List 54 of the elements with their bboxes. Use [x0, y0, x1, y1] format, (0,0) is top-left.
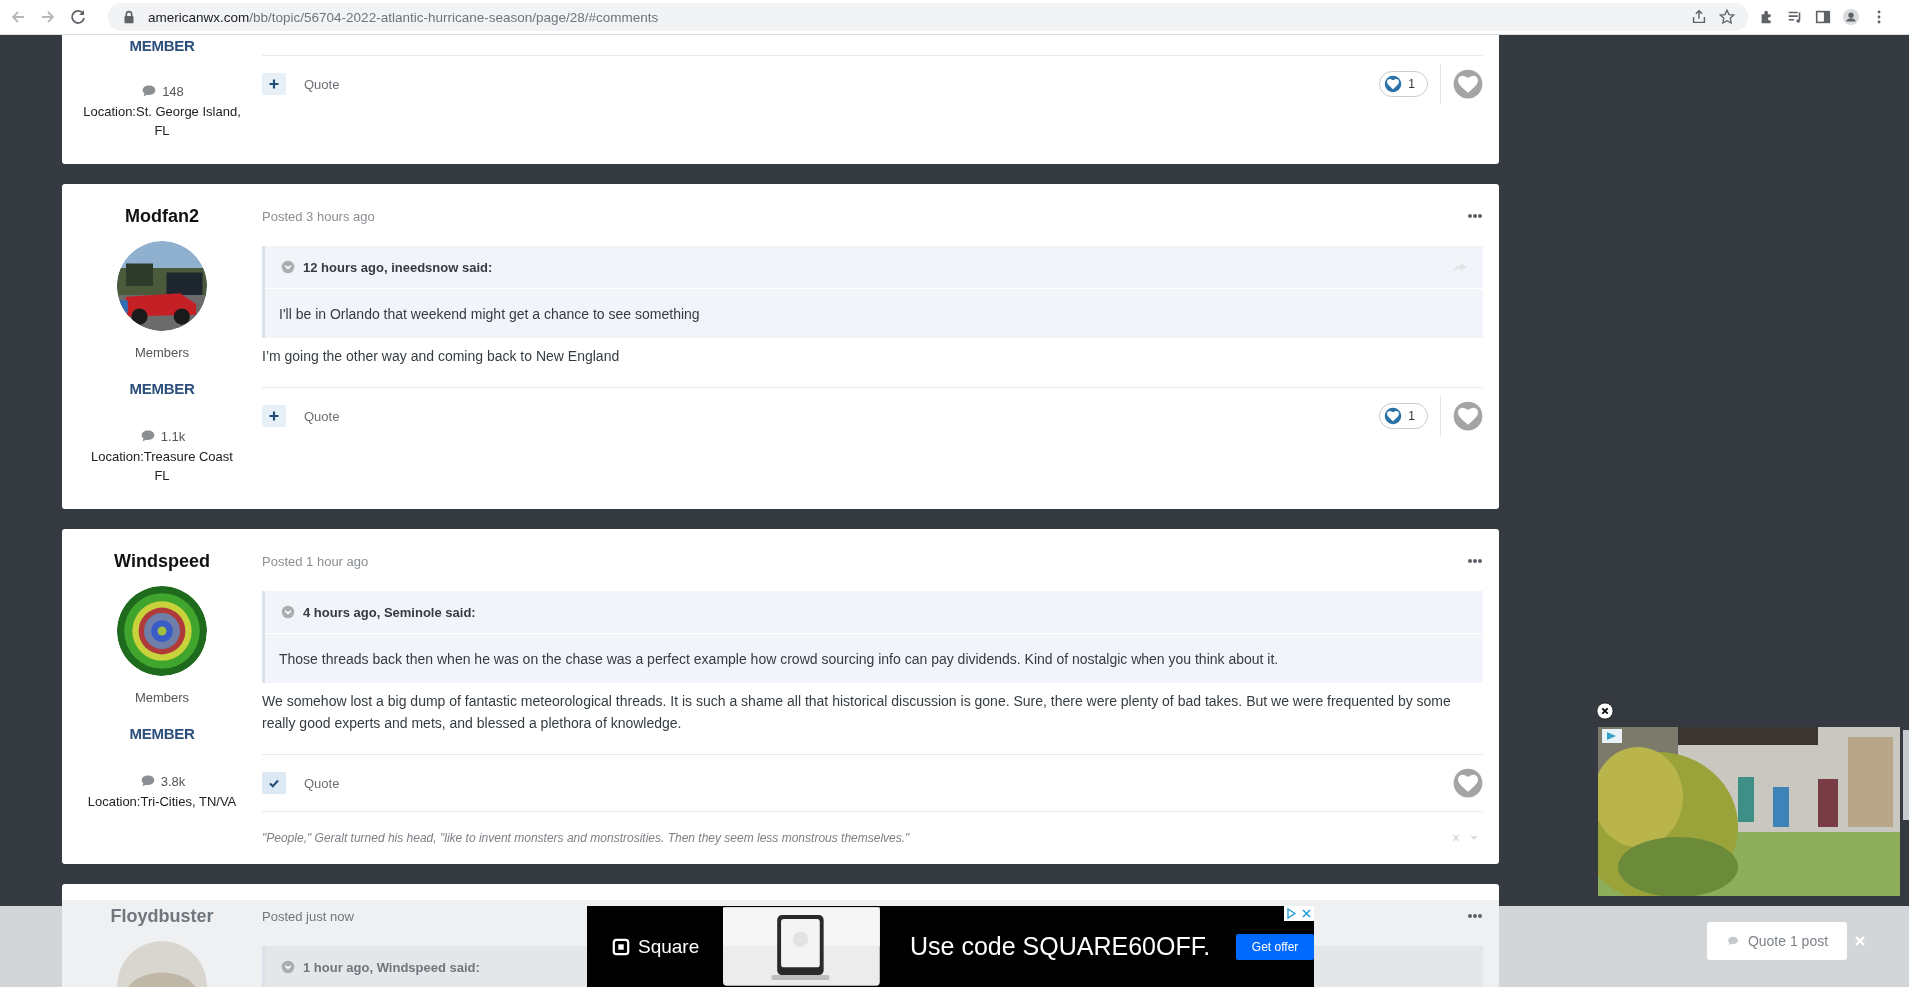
rank-title: MEMBER	[129, 380, 195, 397]
post-date: Posted 3 hours ago	[262, 208, 375, 224]
share-icon[interactable]	[1690, 8, 1708, 26]
scrollbar-thumb[interactable]	[1903, 730, 1909, 820]
banner-ad[interactable]: Square Use code SQUARE60OFF. Get offer	[587, 906, 1314, 987]
reload-icon[interactable]	[68, 7, 88, 27]
multiquote-button[interactable]	[262, 772, 286, 794]
location-text: Location:Tri-Cities, TN/VA	[86, 793, 238, 811]
quote-header: 4 hours ago, Seminole said:	[303, 604, 476, 620]
square-logo-icon	[612, 937, 630, 956]
location-text: Location:Treasure Coast FL	[90, 448, 234, 485]
post-date: Posted just now	[262, 908, 354, 924]
post-text: We somehow lost a big dump of fantastic meteorological threads. It is such a shame all that historical discussion is gone. Sure, there were plenty of bad takes. But we were frequented by some really good experts and mets, and blessed a plethora of knowledge.	[262, 692, 1452, 733]
post-count: 1.1k	[160, 428, 186, 444]
quote-header: 12 hours ago, ineedsnow said:	[303, 259, 493, 275]
address-bar[interactable]: americanwx.com/bb/topic/56704-2022-atlantic-hurricane-season/page/28/#comments	[108, 3, 1748, 31]
author-name[interactable]: Modfan2	[125, 206, 199, 227]
quote-button[interactable]: Quote	[298, 408, 340, 424]
sidebar-icon[interactable]	[1814, 8, 1832, 26]
more-icon[interactable]	[1467, 213, 1483, 219]
member-group: Members	[134, 690, 190, 705]
more-icon[interactable]	[1467, 913, 1483, 919]
quote-text: Those threads back then when he was on the chase was a perfect example how crowd sourcing info can pay dividends. Kind of nostalgic when you think about it.	[278, 650, 1280, 669]
heart-icon	[1384, 75, 1403, 93]
more-icon[interactable]	[1467, 558, 1483, 564]
signature-text: "People," Geralt turned his head, "like to invent monsters and monstrosities. Then they seem less monstrous themselves."	[262, 831, 911, 845]
multiquote-button[interactable]	[262, 405, 286, 427]
multiquote-button[interactable]: Quote 1 post	[1707, 922, 1847, 960]
post-text: I’m going the other way and coming back to New England	[262, 347, 621, 366]
plus-icon	[268, 78, 280, 90]
star-icon[interactable]	[1718, 8, 1736, 26]
get-offer-button[interactable]: Get offer	[1236, 933, 1314, 960]
location-text: Location:St. George Island, FL	[82, 103, 242, 140]
post-count: 3.8k	[160, 773, 186, 789]
multiquote-button[interactable]	[262, 73, 286, 95]
check-icon	[268, 777, 280, 789]
quote-button[interactable]: Quote	[298, 76, 340, 92]
brand-name: Square	[638, 935, 700, 958]
quote-button[interactable]: Quote	[298, 775, 340, 791]
post-date: Posted 1 hour ago	[262, 553, 369, 569]
close-icon[interactable]	[1596, 702, 1614, 720]
post-count: 148	[162, 83, 184, 99]
ad-choices-icon[interactable]	[1284, 906, 1314, 921]
comment-icon	[1725, 934, 1740, 948]
member-group: Members	[134, 345, 190, 360]
rank-title: MEMBER	[129, 725, 195, 742]
quote-header: 1 hour ago, Windspeed said:	[303, 959, 480, 975]
ad-headline: Use code SQUARE60OFF.	[910, 932, 1211, 961]
rank-title: MEMBER	[129, 37, 195, 54]
plus-icon	[268, 410, 280, 422]
author-name[interactable]: Windspeed	[114, 551, 210, 572]
author-name[interactable]: Floydbuster	[110, 906, 214, 927]
quote-text: I'll be in Orlando that weekend might get a chance to see something	[278, 305, 701, 324]
profile-icon[interactable]	[1842, 8, 1860, 26]
